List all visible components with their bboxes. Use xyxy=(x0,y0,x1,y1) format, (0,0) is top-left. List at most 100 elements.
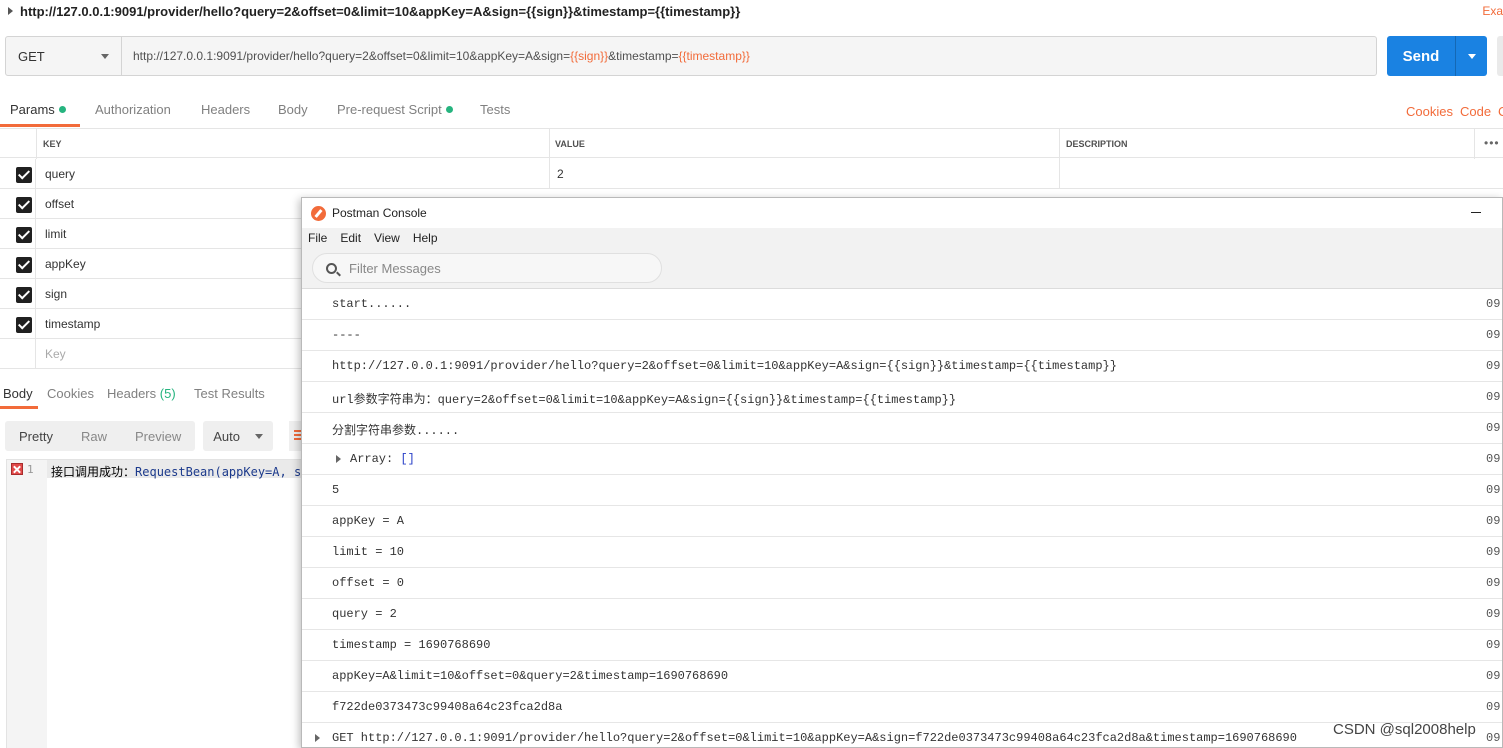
log-entry[interactable]: query = 2 09 xyxy=(302,599,1502,630)
param-checkbox[interactable] xyxy=(16,227,32,243)
checkbox-cell xyxy=(0,189,36,219)
response-text-cn: 接口调用成功： xyxy=(51,465,136,479)
tab-params[interactable]: Params xyxy=(10,102,66,117)
tab-headers[interactable]: Headers xyxy=(201,102,250,117)
format-raw-button[interactable]: Raw xyxy=(66,421,121,451)
expand-caret-icon[interactable] xyxy=(315,734,320,742)
format-preview-button[interactable]: Preview xyxy=(120,421,196,451)
log-text: appKey=A&limit=10&offset=0&query=2&times… xyxy=(332,669,729,683)
error-marker-icon xyxy=(11,463,23,475)
log-time: 09 xyxy=(1486,731,1501,745)
filter-messages-input[interactable]: Filter Messages xyxy=(312,253,662,283)
param-checkbox[interactable] xyxy=(16,167,32,183)
examples-link[interactable]: Exa xyxy=(1482,4,1503,18)
postman-logo-icon xyxy=(311,205,326,221)
log-entry[interactable]: 5 09 xyxy=(302,475,1502,506)
params-header-row: KEY VALUE DESCRIPTION ••• xyxy=(0,128,1503,159)
log-entry[interactable]: appKey = A 09 xyxy=(302,506,1502,537)
param-key[interactable]: sign xyxy=(45,287,67,301)
column-divider xyxy=(549,159,550,189)
format-pretty-button[interactable]: Pretty xyxy=(5,421,67,451)
log-time: 09 xyxy=(1486,638,1501,652)
log-entry[interactable]: ---- 09 xyxy=(302,320,1502,351)
log-entry-request[interactable]: GET http://127.0.0.1:9091/provider/hello… xyxy=(302,723,1502,747)
log-text: http://127.0.0.1:9091/provider/hello?que… xyxy=(332,359,1117,373)
send-button[interactable]: Send xyxy=(1387,36,1487,76)
tab-response-headers-label: Headers xyxy=(107,386,157,401)
expand-caret-icon[interactable] xyxy=(8,7,13,15)
checkbox-cell xyxy=(0,219,36,249)
tab-pre-request-script[interactable]: Pre-request Script xyxy=(337,102,453,117)
new-key-input[interactable]: Key xyxy=(45,347,66,361)
tab-tests[interactable]: Tests xyxy=(480,102,510,117)
param-key[interactable]: appKey xyxy=(45,257,86,271)
log-entry[interactable]: 分割字符串参数...... 09 xyxy=(302,413,1502,444)
param-key[interactable]: query xyxy=(45,167,75,181)
log-entry[interactable]: offset = 0 09 xyxy=(302,568,1502,599)
response-body-editor[interactable]: 1 接口调用成功：RequestBean(appKey=A, si xyxy=(6,459,302,748)
code-link[interactable]: Code xyxy=(1460,104,1491,119)
log-text: timestamp = 1690768690 xyxy=(332,638,491,652)
method-select[interactable]: GET xyxy=(6,37,122,75)
cookies-link[interactable]: Cookies xyxy=(1406,104,1453,119)
console-filter-bar: Filter Messages xyxy=(302,248,1502,289)
url-text-mid: &timestamp= xyxy=(608,49,679,63)
log-time: 09 xyxy=(1486,359,1501,373)
menu-file[interactable]: File xyxy=(308,231,327,245)
response-line: 接口调用成功：RequestBean(appKey=A, si xyxy=(51,463,301,480)
log-text: limit = 10 xyxy=(332,545,405,559)
chevron-down-icon xyxy=(1467,53,1476,59)
request-tabs: Params Authorization Headers Body Pre-re… xyxy=(0,96,1503,128)
url-text: http://127.0.0.1:9091/provider/hello?que… xyxy=(133,49,571,63)
log-time: 09 xyxy=(1486,421,1501,435)
menu-help[interactable]: Help xyxy=(413,231,438,245)
log-entry[interactable]: f722de0373473c99408a64c23fca2d8a 09 xyxy=(302,692,1502,723)
comments-link[interactable]: C xyxy=(1498,104,1503,119)
menu-view[interactable]: View xyxy=(374,231,400,245)
active-dot-icon xyxy=(445,106,453,113)
headers-count-badge: (5) xyxy=(159,386,176,401)
log-entry-array[interactable]: Array: [] 09 xyxy=(302,444,1502,475)
log-entry[interactable]: timestamp = 1690768690 09 xyxy=(302,630,1502,661)
log-entry[interactable]: start...... 09 xyxy=(302,289,1502,320)
url-input[interactable]: http://127.0.0.1:9091/provider/hello?que… xyxy=(122,37,1376,75)
param-key[interactable]: offset xyxy=(45,197,74,211)
response-tabs: Body Cookies Headers (5) Test Results xyxy=(0,380,300,410)
log-entry[interactable]: appKey=A&limit=10&offset=0&query=2&times… xyxy=(302,661,1502,692)
tab-response-cookies[interactable]: Cookies xyxy=(47,386,94,401)
save-button[interactable] xyxy=(1497,36,1503,76)
log-text: GET http://127.0.0.1:9091/provider/hello… xyxy=(332,731,1297,745)
param-checkbox[interactable] xyxy=(16,287,32,303)
log-entry[interactable]: url参数字符串为：query=2&offset=0&limit=10&appK… xyxy=(302,382,1502,413)
menu-edit[interactable]: Edit xyxy=(340,231,361,245)
console-title: Postman Console xyxy=(332,206,427,220)
param-checkbox[interactable] xyxy=(16,317,32,333)
param-key[interactable]: timestamp xyxy=(45,317,100,331)
send-options-button[interactable] xyxy=(1456,53,1487,59)
format-type-select[interactable]: Auto xyxy=(203,421,274,451)
param-value[interactable]: 2 xyxy=(557,167,564,181)
more-options-icon[interactable]: ••• xyxy=(1484,136,1500,150)
request-title-bar[interactable]: http://127.0.0.1:9091/provider/hello?que… xyxy=(0,0,1503,22)
console-title-bar[interactable]: Postman Console xyxy=(302,198,1502,228)
request-bar: GET http://127.0.0.1:9091/provider/hello… xyxy=(5,36,1377,76)
watermark: CSDN @sql2008help xyxy=(1333,721,1476,738)
minimize-icon[interactable] xyxy=(1471,212,1481,213)
log-text: appKey = A xyxy=(332,514,405,528)
tab-authorization[interactable]: Authorization xyxy=(95,102,171,117)
method-label: GET xyxy=(18,48,45,64)
tab-response-body[interactable]: Body xyxy=(3,386,33,401)
param-checkbox[interactable] xyxy=(16,257,32,273)
url-variable-timestamp: {{timestamp}} xyxy=(678,49,750,63)
tab-body[interactable]: Body xyxy=(278,102,308,117)
log-entry[interactable]: limit = 10 09 xyxy=(302,537,1502,568)
tab-test-results[interactable]: Test Results xyxy=(194,386,265,401)
param-checkbox[interactable] xyxy=(16,197,32,213)
value-column-header: VALUE xyxy=(555,139,585,149)
log-entry[interactable]: http://127.0.0.1:9091/provider/hello?que… xyxy=(302,351,1502,382)
send-label: Send xyxy=(1402,47,1440,65)
param-key[interactable]: limit xyxy=(45,227,66,241)
expand-caret-icon[interactable] xyxy=(336,455,341,463)
log-text: query = 2 xyxy=(332,607,397,621)
tab-response-headers[interactable]: Headers (5) xyxy=(107,386,176,401)
